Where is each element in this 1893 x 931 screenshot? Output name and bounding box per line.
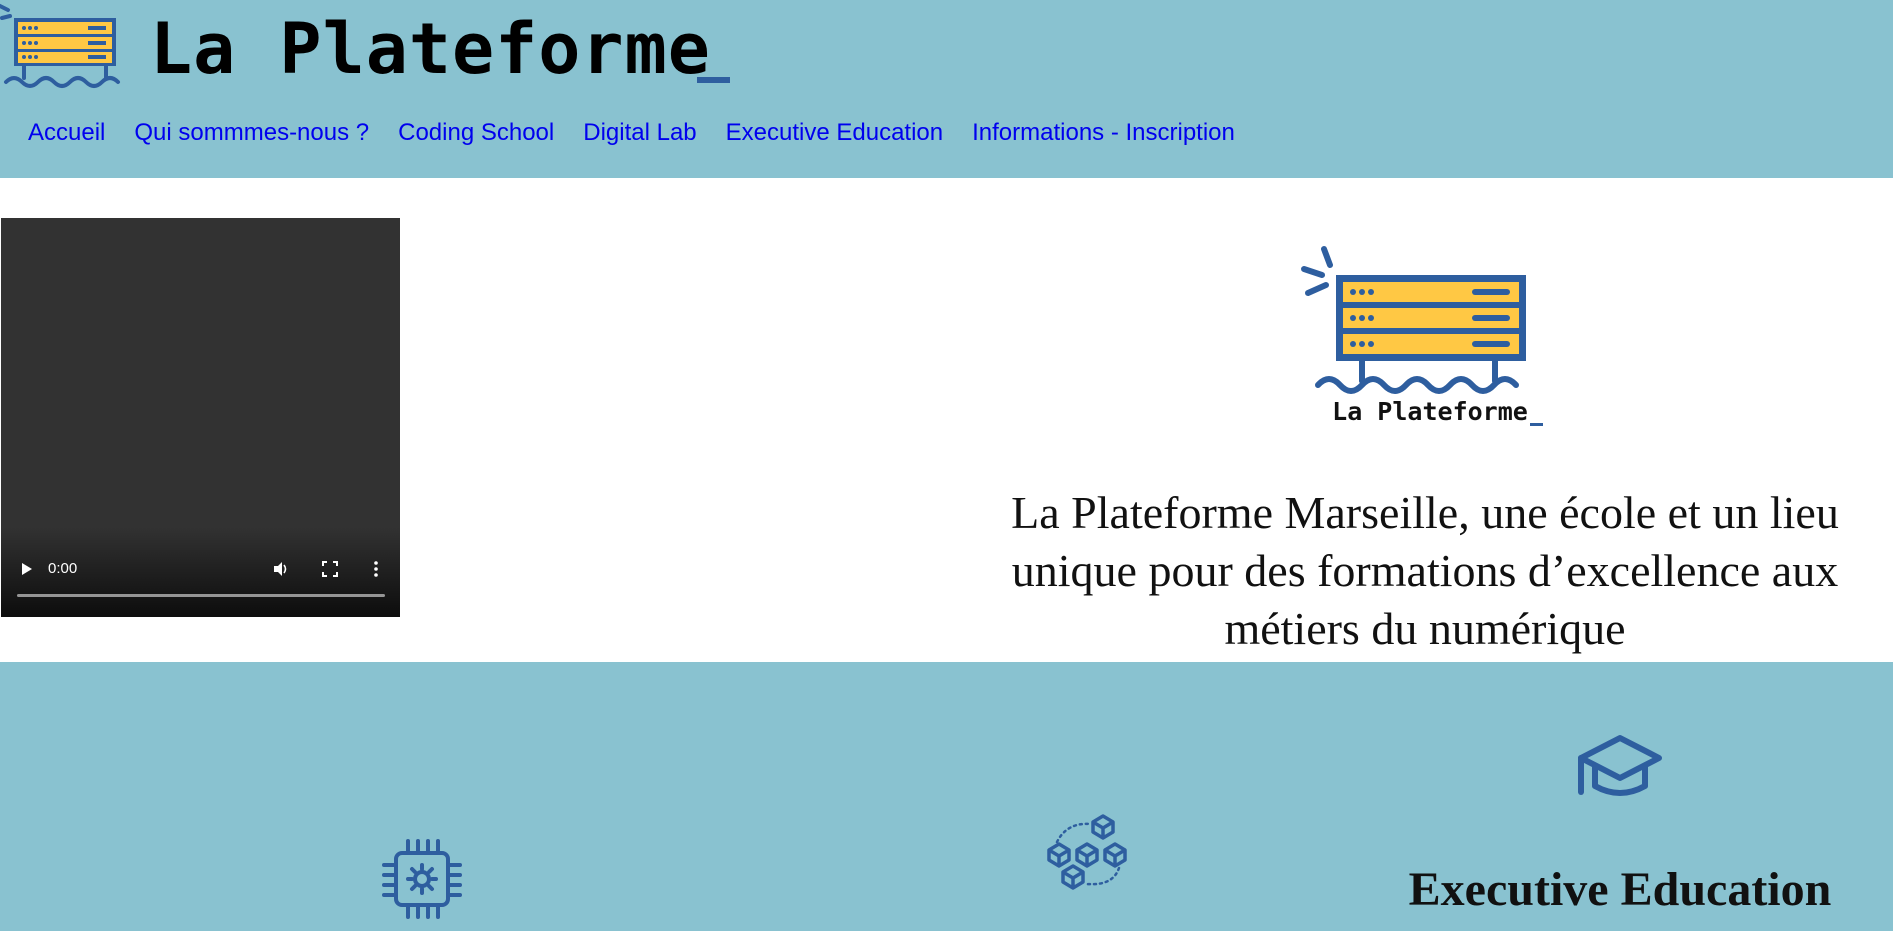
volume-icon[interactable]: [272, 560, 290, 578]
site-header: La Plateforme Accueil Qui sommmes-nous ?…: [0, 0, 1893, 178]
hero-tagline: La Plateforme Marseille, une école et un…: [1011, 487, 1839, 654]
nav-link-digital-lab[interactable]: Digital Lab: [583, 118, 696, 148]
play-icon[interactable]: [21, 562, 33, 576]
executive-education-title[interactable]: Executive Education: [1370, 860, 1870, 920]
hero-logo-cursor: [1530, 423, 1543, 426]
fullscreen-icon[interactable]: [322, 561, 338, 577]
blocks-icon[interactable]: [1047, 814, 1129, 890]
video-time: 0:00: [48, 560, 78, 577]
server-logo-icon[interactable]: [0, 0, 130, 92]
nav-link-qui-sommes-nous[interactable]: Qui sommmes-nous ?: [134, 118, 369, 148]
main-nav: Accueil Qui sommmes-nous ? Coding School…: [28, 118, 1235, 148]
video-player[interactable]: [1, 218, 400, 617]
brand-cursor: [697, 77, 730, 83]
hero-logo-text: La Plateforme: [1332, 397, 1528, 426]
chip-icon[interactable]: [382, 839, 462, 919]
nav-link-accueil[interactable]: Accueil: [28, 118, 105, 148]
nav-link-executive-education[interactable]: Executive Education: [726, 118, 943, 148]
more-options-icon[interactable]: [372, 560, 380, 578]
video-progress-bar[interactable]: [17, 594, 385, 597]
nav-link-coding-school[interactable]: Coding School: [398, 118, 554, 148]
graduation-cap-icon[interactable]: [1577, 734, 1663, 802]
nav-link-informations-inscription[interactable]: Informations - Inscription: [972, 118, 1235, 148]
site-title[interactable]: La Plateforme: [150, 4, 711, 94]
